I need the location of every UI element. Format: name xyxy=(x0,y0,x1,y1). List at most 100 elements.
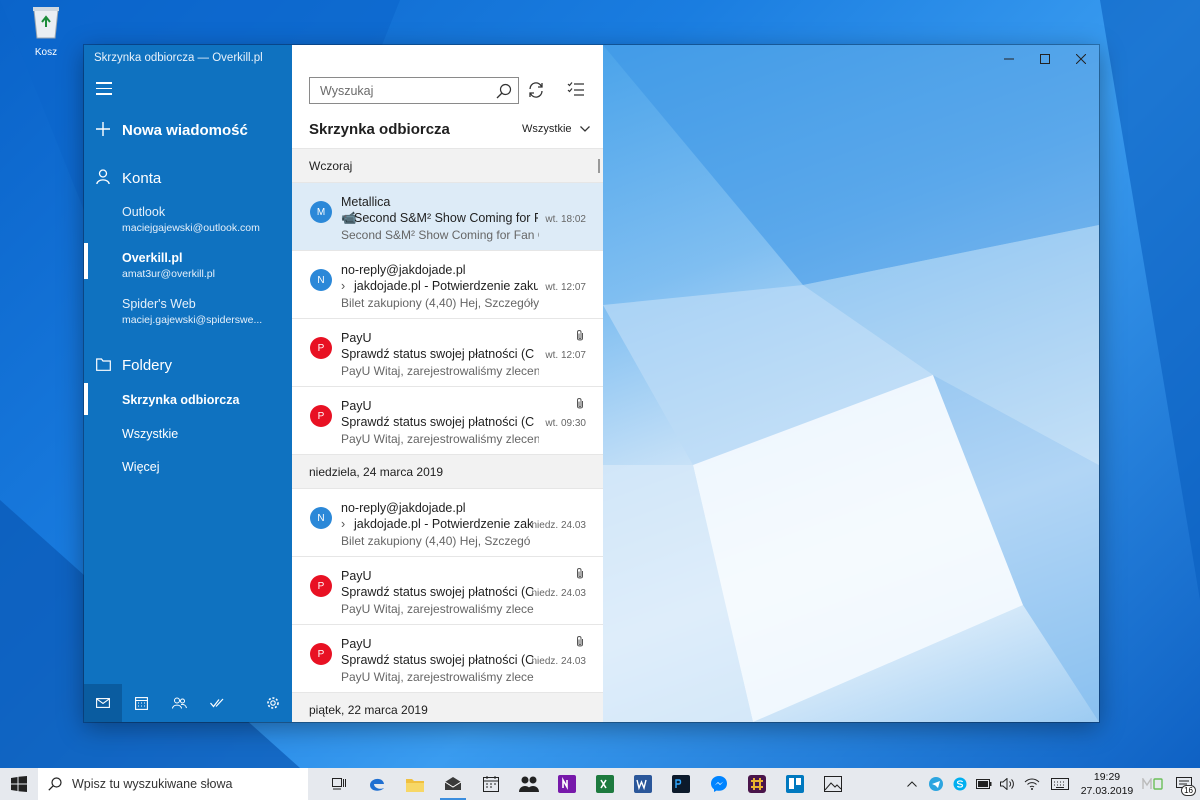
tray-wifi[interactable] xyxy=(1020,768,1044,800)
accounts-header[interactable]: Konta xyxy=(84,165,292,191)
taskbar-app-mail[interactable] xyxy=(434,768,472,800)
keyboard-icon xyxy=(1051,778,1069,790)
message-preview: PayU Witaj, zarejestrowaliśmy zlecenie xyxy=(341,432,539,446)
folder-item-more[interactable]: Więcej xyxy=(84,460,292,474)
taskbar-app-explorer[interactable] xyxy=(396,768,434,800)
task-view-icon xyxy=(332,778,346,790)
message-subject-line: Sprawdź status swojej płatności (C xyxy=(341,653,538,667)
task-view-button[interactable] xyxy=(320,768,358,800)
telegram-icon xyxy=(929,777,943,791)
taskbar-app-trello[interactable] xyxy=(776,768,814,800)
folders-header[interactable]: Foldery xyxy=(84,352,292,378)
mail-switch-button[interactable] xyxy=(84,684,122,722)
folder-item-all[interactable]: Wszystkie xyxy=(84,427,292,441)
sync-button[interactable] xyxy=(527,81,545,104)
message-list: Wczoraj M Metallica 📹Second S&M² Show Comin… xyxy=(292,148,603,722)
hamburger-menu-button[interactable] xyxy=(96,82,112,96)
onenote-icon xyxy=(558,775,576,793)
tray-telegram[interactable] xyxy=(924,768,948,800)
message-sender: Metallica xyxy=(341,195,391,209)
message-item[interactable]: P PayU Sprawdź status swojej płatności (C … xyxy=(292,318,603,386)
recycle-bin-icon xyxy=(33,7,59,39)
message-item[interactable]: Nno-reply@jakdojade.pl › jakdojade.pl - Po… xyxy=(292,250,603,318)
folders-header-label: Foldery xyxy=(122,356,173,374)
account-item-outlook[interactable]: Outlook maciejgajewski@outlook.com xyxy=(84,205,292,234)
taskbar-app-onenote[interactable] xyxy=(548,768,586,800)
account-email: amat3ur@overkill.pl xyxy=(122,268,215,280)
search-box[interactable] xyxy=(309,77,519,104)
new-message-button[interactable]: Nowa wiadomość xyxy=(84,117,292,143)
message-time: wt. 12:07 xyxy=(545,350,586,361)
message-item[interactable]: M Metallica 📹Second S&M² Show Coming for F… xyxy=(292,182,603,250)
subject-prefix-icon: › xyxy=(341,279,346,293)
reading-pane xyxy=(603,45,1099,722)
taskbar-app-messenger[interactable] xyxy=(700,768,738,800)
account-name: Spider's Web xyxy=(122,297,196,311)
taskbar-apps xyxy=(320,768,852,800)
attachment-icon xyxy=(576,397,584,415)
minimize-button[interactable] xyxy=(991,45,1027,73)
calendar-switch-button[interactable] xyxy=(122,684,160,722)
calendar-icon xyxy=(483,776,499,792)
scrollbar-thumb[interactable] xyxy=(598,159,600,173)
filter-dropdown[interactable]: Wszystkie xyxy=(522,123,590,135)
plus-icon xyxy=(84,120,122,141)
taskbar-app-excel[interactable] xyxy=(586,768,624,800)
tray-volume[interactable] xyxy=(996,768,1020,800)
taskbar-app-word[interactable] xyxy=(624,768,662,800)
tray-skype[interactable] xyxy=(948,768,972,800)
double-check-icon xyxy=(210,698,224,708)
subject-prefix-icon: 📹 xyxy=(341,211,357,225)
photos-icon xyxy=(824,776,842,792)
wifi-icon xyxy=(1024,778,1040,790)
show-hidden-icons-button[interactable] xyxy=(900,768,924,800)
selection-mode-button[interactable] xyxy=(567,81,585,102)
sync-icon xyxy=(529,82,543,98)
account-item-overkill[interactable]: Overkill.pl amat3ur@overkill.pl xyxy=(84,251,292,280)
message-time: wt. 18:02 xyxy=(545,214,586,225)
account-item-spiders-web[interactable]: Spider's Web maciej.gajewski@spiderswe..… xyxy=(84,297,292,326)
taskbar-app-photoshop[interactable] xyxy=(662,768,700,800)
date-group-header: piątek, 22 marca 2019 xyxy=(292,692,603,722)
taskbar-search-box[interactable]: Wpisz tu wyszukiwane słowa xyxy=(38,768,308,800)
message-item[interactable]: P PayU Sprawdź status swojej płatności (C P… xyxy=(292,556,603,624)
taskbar-app-slack[interactable] xyxy=(738,768,776,800)
message-item[interactable]: Nno-reply@jakdojade.pl › jakdojade.pl - Po… xyxy=(292,488,603,556)
taskbar-app-edge[interactable] xyxy=(358,768,396,800)
taskbar-clock[interactable]: 19:29 27.03.2019 xyxy=(1076,770,1138,798)
tray-battery[interactable] xyxy=(972,768,996,800)
search-icon xyxy=(48,777,62,791)
start-button[interactable] xyxy=(0,768,38,800)
taskbar-app-photos[interactable] xyxy=(814,768,852,800)
account-name: Overkill.pl xyxy=(122,251,183,265)
recycle-bin-desktop-icon[interactable]: Kosz xyxy=(22,4,70,58)
filter-label: Wszystkie xyxy=(522,123,572,135)
folder-item-inbox[interactable]: Skrzynka odbiorcza xyxy=(84,393,292,407)
message-item[interactable]: P PayU Sprawdź status swojej płatności (C P… xyxy=(292,624,603,692)
attachment-icon xyxy=(576,635,584,653)
settings-button[interactable] xyxy=(254,684,292,722)
maximize-button[interactable] xyxy=(1027,45,1063,73)
maximize-icon xyxy=(1040,54,1050,64)
message-subject: Sprawdź status swojej płatności (C 31 xyxy=(341,347,538,361)
taskbar-app-people[interactable] xyxy=(510,768,548,800)
attachment-icon xyxy=(576,329,584,347)
search-icon[interactable] xyxy=(496,83,512,102)
message-item[interactable]: P PayU Sprawdź status swojej płatności (C … xyxy=(292,386,603,454)
close-button[interactable] xyxy=(1063,45,1099,73)
mail-icon xyxy=(444,777,462,790)
people-icon xyxy=(171,697,187,709)
checklist-icon xyxy=(567,82,584,96)
message-preview: Second S&M² Show Coming for Fan C xyxy=(341,228,539,242)
tray-keyboard[interactable] xyxy=(1044,768,1076,800)
search-input[interactable] xyxy=(320,83,490,98)
action-center-button[interactable]: 16 xyxy=(1168,768,1200,800)
people-switch-button[interactable] xyxy=(160,684,198,722)
taskbar-app-calendar[interactable] xyxy=(472,768,510,800)
todo-switch-button[interactable] xyxy=(198,684,236,722)
word-icon xyxy=(634,775,652,793)
subject-prefix-icon: › xyxy=(341,517,346,531)
date-group-header: niedziela, 24 marca 2019 xyxy=(292,454,603,488)
tray-app-indicator[interactable] xyxy=(1138,768,1168,800)
people-icon xyxy=(519,776,539,792)
